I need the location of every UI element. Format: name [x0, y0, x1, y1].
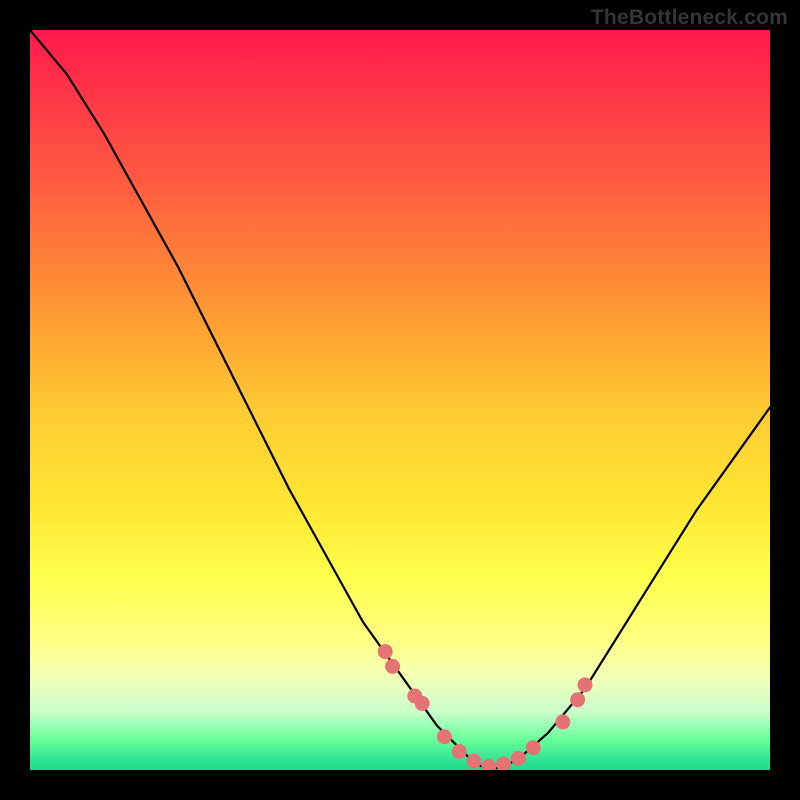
data-point [415, 696, 430, 711]
data-point [385, 659, 400, 674]
watermark-text: TheBottleneck.com [591, 6, 788, 30]
data-point [467, 754, 482, 769]
data-point [578, 677, 593, 692]
data-point [570, 692, 585, 707]
data-point [555, 714, 570, 729]
plot-area [30, 30, 770, 770]
data-point [526, 740, 541, 755]
data-point [511, 751, 526, 766]
bottleneck-curve [30, 30, 770, 770]
data-point [496, 757, 511, 770]
chart-svg [30, 30, 770, 770]
data-point [452, 744, 467, 759]
chart-frame: TheBottleneck.com [0, 0, 800, 800]
data-points-group [378, 644, 593, 770]
data-point [481, 759, 496, 770]
data-point [437, 729, 452, 744]
data-point [378, 644, 393, 659]
